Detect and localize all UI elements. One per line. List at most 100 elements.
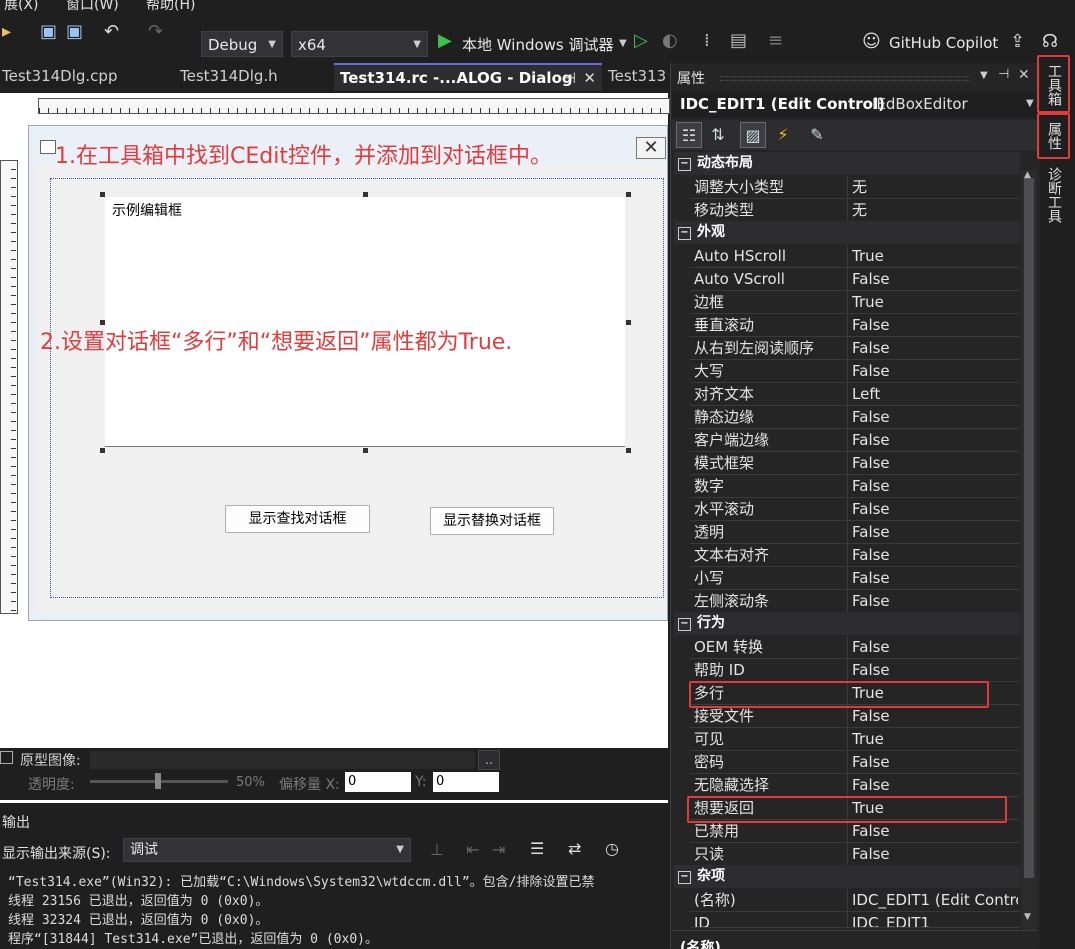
resize-handle[interactable] bbox=[100, 448, 105, 453]
copilot-button[interactable]: GitHub Copilot bbox=[889, 34, 998, 52]
property-value[interactable]: 无 bbox=[852, 199, 1018, 222]
property-row[interactable]: 客户端边缘 False bbox=[690, 429, 1020, 452]
menu-item-view[interactable]: 展(X) bbox=[4, 0, 39, 12]
property-row[interactable]: 文本右对齐 False bbox=[690, 544, 1020, 567]
format-icon[interactable]: ≡ bbox=[768, 31, 783, 51]
resize-handle[interactable] bbox=[100, 192, 105, 197]
property-row[interactable]: 数字 False bbox=[690, 475, 1020, 498]
category-appearance[interactable]: − 外观 bbox=[674, 221, 1020, 244]
dialog-close-button[interactable]: ✕ bbox=[636, 137, 666, 159]
property-row[interactable]: (名称) IDC_EDIT1 (Edit Control) bbox=[690, 889, 1020, 912]
property-value[interactable]: False bbox=[852, 843, 1018, 866]
property-value[interactable]: False bbox=[852, 751, 1018, 774]
property-value[interactable]: IDC_EDIT1 (Edit Control) bbox=[852, 889, 1018, 912]
pin-icon[interactable]: ⊣ bbox=[998, 67, 1009, 82]
property-row[interactable]: ID IDC_EDIT1 bbox=[690, 912, 1020, 928]
resize-handle[interactable] bbox=[363, 448, 368, 453]
property-value[interactable]: False bbox=[852, 521, 1018, 544]
property-row[interactable]: 调整大小类型 无 bbox=[690, 176, 1020, 199]
offset-y-input[interactable]: 0 bbox=[433, 772, 499, 792]
categorized-icon[interactable]: ☷ bbox=[676, 122, 702, 148]
property-value[interactable]: False bbox=[852, 337, 1018, 360]
tab-test314dlg-h[interactable]: Test314Dlg.h bbox=[178, 63, 328, 91]
resize-handle[interactable] bbox=[626, 192, 631, 197]
undo-icon[interactable]: ↶ bbox=[104, 22, 119, 42]
property-value[interactable]: False bbox=[852, 314, 1018, 337]
property-value[interactable]: False bbox=[852, 705, 1018, 728]
find-message-icon[interactable]: ⊥ bbox=[430, 840, 444, 859]
next-message-icon[interactable]: ⇥ bbox=[492, 840, 505, 859]
property-row[interactable]: 对齐文本 Left bbox=[690, 383, 1020, 406]
property-row[interactable]: Auto HScroll True bbox=[690, 245, 1020, 268]
close-icon[interactable]: ✕ bbox=[583, 65, 596, 91]
property-row[interactable]: 小写 False bbox=[690, 567, 1020, 590]
browse-button[interactable]: .. bbox=[478, 750, 500, 770]
side-tab-toolbox[interactable]: 工具箱 bbox=[1044, 64, 1064, 106]
property-row[interactable]: OEM 转换 False bbox=[690, 636, 1020, 659]
property-row[interactable]: 垂直滚动 False bbox=[690, 314, 1020, 337]
clear-all-icon[interactable]: ☰ bbox=[530, 839, 544, 858]
prototype-path-field[interactable] bbox=[90, 751, 475, 769]
save-all-icon[interactable]: ▣ bbox=[66, 22, 83, 42]
word-wrap-icon[interactable]: ⇄ bbox=[568, 839, 581, 858]
redo-icon[interactable]: ↷ bbox=[148, 22, 163, 42]
share-icon[interactable]: ⇪ bbox=[1010, 32, 1025, 52]
property-value[interactable]: True bbox=[852, 245, 1018, 268]
property-row[interactable]: 静态边缘 False bbox=[690, 406, 1020, 429]
property-value[interactable]: False bbox=[852, 406, 1018, 429]
property-row[interactable]: 透明 False bbox=[690, 521, 1020, 544]
tab-dialog-rc[interactable]: Test314.rc -...ALOG - Dialog ⊣ ✕ bbox=[334, 63, 602, 91]
hot-reload-icon[interactable]: ◐ bbox=[662, 31, 678, 51]
property-row[interactable]: 已禁用 False bbox=[690, 820, 1020, 843]
properties-object-selector[interactable]: IDC_EDIT1 (Edit Control) IEdBoxEditor ▼ bbox=[672, 92, 1038, 118]
property-row[interactable]: 大写 False bbox=[690, 360, 1020, 383]
clock-icon[interactable]: ◷ bbox=[605, 839, 619, 858]
run-without-debug-icon[interactable]: ▷ bbox=[634, 31, 648, 51]
events-icon[interactable]: ⚡ bbox=[770, 122, 796, 148]
show-replace-dialog-button[interactable]: 显示替换对话框 bbox=[430, 507, 554, 535]
property-row[interactable]: Auto VScroll False bbox=[690, 268, 1020, 291]
tab-test313[interactable]: Test313 bbox=[606, 63, 670, 91]
side-tab-diagnostics[interactable]: 诊断工具 bbox=[1044, 167, 1064, 223]
property-value[interactable]: False bbox=[852, 820, 1018, 843]
scrollbar-thumb[interactable] bbox=[1024, 178, 1034, 878]
property-row[interactable]: 可见 True bbox=[690, 728, 1020, 751]
step-icon[interactable]: ⁞ bbox=[704, 31, 710, 51]
property-value[interactable]: False bbox=[852, 452, 1018, 475]
properties-icon[interactable]: ▨ bbox=[740, 122, 766, 148]
resize-handle[interactable] bbox=[363, 192, 368, 197]
play-icon[interactable]: ▶ bbox=[438, 31, 452, 51]
prototype-checkbox[interactable] bbox=[0, 751, 13, 764]
chevron-down-icon[interactable]: ▼ bbox=[619, 38, 627, 49]
alphabetical-icon[interactable]: ⇅ bbox=[705, 122, 731, 148]
property-value[interactable]: IDC_EDIT1 bbox=[852, 912, 1018, 927]
open-folder-icon[interactable]: ▸ bbox=[2, 22, 11, 42]
save-icon[interactable]: ▣ bbox=[40, 22, 57, 42]
tab-test314dlg-cpp[interactable]: Test314Dlg.cpp bbox=[0, 63, 168, 91]
scroll-down-icon[interactable]: ▼ bbox=[1024, 912, 1031, 922]
config-select[interactable]: Debug ▼ bbox=[201, 31, 283, 57]
property-pages-icon[interactable]: ✎ bbox=[804, 122, 830, 148]
property-value[interactable]: False bbox=[852, 268, 1018, 291]
platform-select[interactable]: x64 ▼ bbox=[291, 31, 428, 57]
property-row[interactable]: 接受文件 False bbox=[690, 705, 1020, 728]
offset-x-input[interactable]: 0 bbox=[345, 772, 411, 792]
property-value[interactable]: False bbox=[852, 429, 1018, 452]
run-debugger-button[interactable]: 本地 Windows 调试器 bbox=[462, 34, 614, 55]
property-value[interactable]: True bbox=[852, 291, 1018, 314]
resize-handle[interactable] bbox=[626, 448, 631, 453]
property-row[interactable]: 只读 False bbox=[690, 843, 1020, 866]
show-find-dialog-button[interactable]: 显示查找对话框 bbox=[225, 505, 370, 533]
property-row[interactable]: 帮助 ID False bbox=[690, 659, 1020, 682]
feedback-icon[interactable]: ☊ bbox=[1042, 32, 1058, 52]
property-value[interactable]: Left bbox=[852, 383, 1018, 406]
chevron-down-icon[interactable]: ▼ bbox=[980, 70, 988, 81]
pin-icon[interactable]: ⊣ bbox=[563, 65, 576, 91]
close-icon[interactable]: ✕ bbox=[1018, 67, 1030, 83]
menu-item-help[interactable]: 帮助(H) bbox=[146, 0, 195, 12]
opacity-slider-thumb[interactable] bbox=[155, 773, 161, 789]
category-behavior[interactable]: − 行为 bbox=[674, 612, 1020, 635]
category-dynamic-layout[interactable]: − 动态布局 bbox=[674, 152, 1020, 175]
edit-control[interactable] bbox=[105, 197, 625, 447]
property-value[interactable]: False bbox=[852, 659, 1018, 682]
